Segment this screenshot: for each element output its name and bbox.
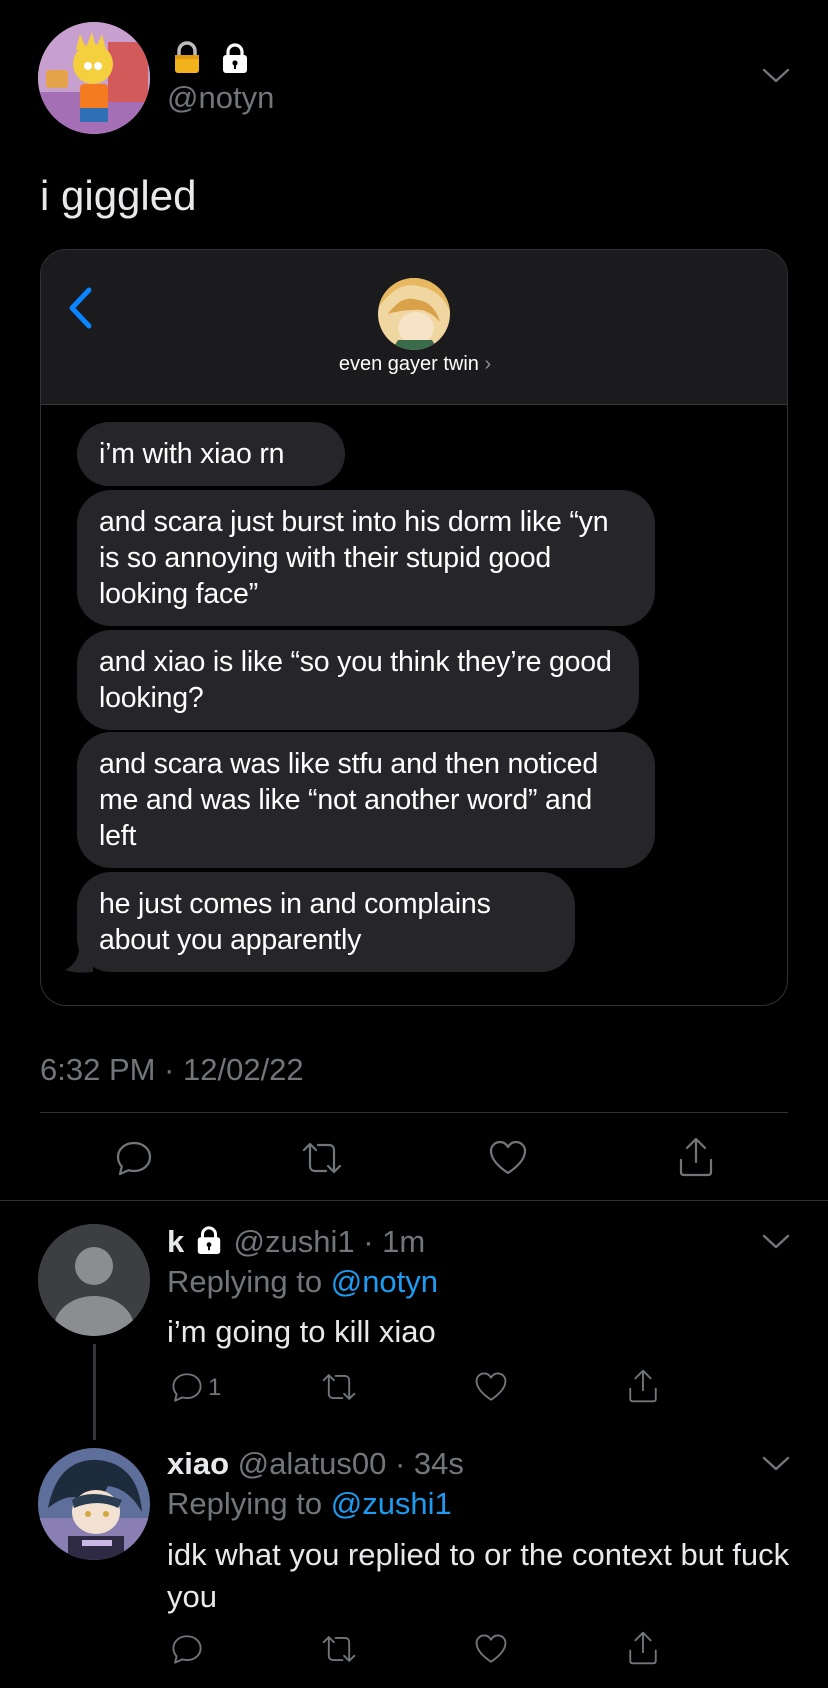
bubble-tail: [63, 950, 93, 974]
reply-icon[interactable]: [114, 1138, 154, 1178]
message-bubble: he just comes in and complains about you…: [77, 872, 575, 972]
contact-name-row[interactable]: even gayer twin ›: [41, 350, 787, 378]
share-icon[interactable]: [626, 1630, 660, 1666]
replying-to-link[interactable]: @zushi1: [331, 1486, 452, 1521]
lock-icon: [220, 42, 250, 74]
reply-avatar[interactable]: [38, 1448, 150, 1560]
share-icon[interactable]: [626, 1368, 660, 1404]
reply-author-name[interactable]: xiao: [167, 1446, 229, 1481]
reply-author-handle[interactable]: @alatus00: [238, 1446, 387, 1481]
tweet-media-image[interactable]: even gayer twin › i’m with xiao rn and s…: [40, 249, 788, 1006]
reply-header: k @zushi1 · 1m: [167, 1222, 425, 1262]
reply-avatar-default[interactable]: [38, 1224, 150, 1336]
reply-text: i’m going to kill xiao: [167, 1314, 436, 1349]
message-text: he just comes in and complains about you…: [99, 888, 491, 956]
reply-author-name[interactable]: k: [167, 1224, 184, 1259]
reply-count: 1: [208, 1374, 222, 1401]
tweet-timestamp[interactable]: 6:32 PM · 12/02/22: [40, 1050, 304, 1090]
contact-avatar[interactable]: [378, 278, 450, 350]
retweet-icon[interactable]: [320, 1370, 358, 1404]
reply-icon[interactable]: [170, 1370, 204, 1404]
separator-dot: ·: [354, 1224, 383, 1259]
like-icon[interactable]: [474, 1370, 508, 1404]
retweet-icon[interactable]: [300, 1138, 344, 1178]
replying-to-link[interactable]: @notyn: [331, 1264, 438, 1299]
reply-header: xiao @alatus00 · 34s: [167, 1444, 464, 1484]
like-icon[interactable]: [474, 1632, 508, 1666]
author-handle[interactable]: @notyn: [167, 78, 274, 118]
divider: [0, 1200, 828, 1201]
contact-name: even gayer twin: [338, 353, 479, 375]
retweet-icon[interactable]: [320, 1632, 358, 1666]
separator-dot: ·: [386, 1446, 414, 1481]
message-text: i’m with xiao rn: [99, 438, 285, 470]
reply-time[interactable]: 34s: [414, 1446, 464, 1481]
imessage-header: even gayer twin ›: [41, 250, 787, 405]
message-text: and xiao is like “so you think they’re g…: [99, 646, 612, 714]
tweet-text: i giggled: [40, 172, 197, 219]
replying-to: Replying to @zushi1: [167, 1484, 452, 1524]
lock-emoji: [170, 40, 204, 74]
replying-to: Replying to @notyn: [167, 1262, 438, 1302]
message-bubble: and xiao is like “so you think they’re g…: [77, 630, 639, 730]
chevron-down-icon[interactable]: [760, 64, 792, 88]
divider: [40, 1112, 788, 1113]
author-avatar[interactable]: [38, 22, 150, 134]
message-text: and scara just burst into his dorm like …: [99, 506, 609, 610]
reply-author-handle[interactable]: @zushi1: [234, 1224, 355, 1259]
message-bubble: and scara just burst into his dorm like …: [77, 490, 655, 626]
replying-label: Replying to: [167, 1486, 323, 1521]
reply-icon[interactable]: [170, 1632, 204, 1666]
thread-line: [93, 1344, 96, 1440]
chevron-down-icon[interactable]: [760, 1230, 792, 1254]
message-text: and scara was like stfu and then noticed…: [99, 748, 598, 852]
replying-label: Replying to: [167, 1264, 323, 1299]
reply-text: idk what you replied to or the context b…: [167, 1537, 790, 1614]
contact-chevron-icon: ›: [484, 353, 492, 375]
share-icon[interactable]: [676, 1136, 716, 1178]
like-icon[interactable]: [488, 1138, 528, 1178]
message-bubble: i’m with xiao rn: [77, 422, 345, 486]
message-bubble: and scara was like stfu and then noticed…: [77, 732, 655, 868]
reply-time[interactable]: 1m: [382, 1224, 425, 1259]
lock-icon: [195, 1225, 223, 1255]
back-chevron-icon[interactable]: [67, 286, 93, 330]
chevron-down-icon[interactable]: [760, 1452, 792, 1476]
